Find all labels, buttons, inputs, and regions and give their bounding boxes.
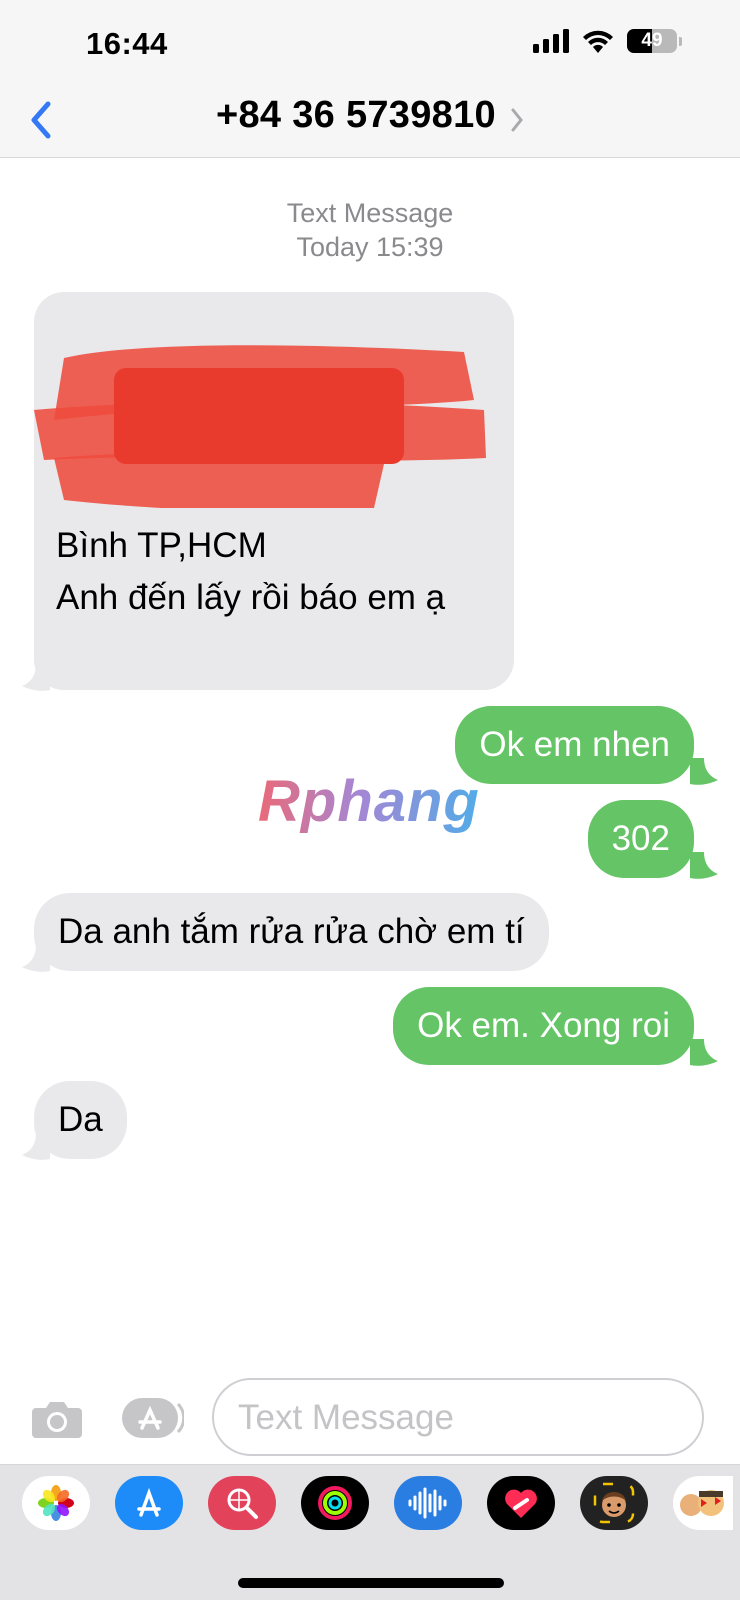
bubble-tail	[690, 1039, 718, 1066]
camera-icon[interactable]	[30, 1396, 84, 1440]
message-text-line: Anh đến lấy rồi báo em ạ	[56, 578, 446, 617]
battery-percent: 49	[641, 30, 663, 51]
image-search-app-icon[interactable]	[208, 1476, 276, 1530]
bubble-tail	[22, 664, 50, 691]
outgoing-message[interactable]: Ok em nhen	[455, 706, 694, 784]
bubble-tail	[690, 758, 718, 785]
activity-app-icon[interactable]	[301, 1476, 369, 1530]
stickers-app-icon[interactable]	[673, 1476, 733, 1530]
incoming-message[interactable]: Bình TP,HCM Anh đến lấy rồi báo em ạ	[34, 292, 514, 690]
outgoing-message[interactable]: 302	[587, 800, 694, 878]
contact-header[interactable]: +84 36 5739810	[0, 94, 740, 137]
incoming-message[interactable]: Da anh tắm rửa rửa chờ em tí	[34, 893, 549, 971]
message-input[interactable]: Text Message	[212, 1378, 704, 1456]
chevron-right-icon[interactable]	[510, 107, 524, 133]
status-indicators: 49	[533, 28, 682, 54]
cellular-signal-icon	[533, 29, 569, 53]
message-text-line: Bình TP,HCM	[56, 526, 267, 565]
navigation-header: 16:44 49 +84 36 5739810	[0, 0, 740, 158]
audio-message-app-icon[interactable]	[394, 1476, 462, 1530]
bubble-tail	[22, 945, 50, 972]
wifi-icon	[583, 30, 613, 53]
bubble-tail	[22, 1133, 50, 1160]
home-indicator[interactable]	[238, 1578, 504, 1588]
app-store-app-icon[interactable]	[115, 1476, 183, 1530]
message-date: Today 15:39	[296, 232, 444, 262]
redaction-scribble	[34, 345, 486, 508]
contact-number[interactable]: +84 36 5739810	[216, 94, 496, 136]
message-input-placeholder: Text Message	[238, 1398, 454, 1437]
bubble-tail	[690, 852, 718, 879]
message-service-label: Text Message	[286, 198, 454, 228]
watermark-logo: Rphang	[258, 769, 480, 834]
photos-app-icon[interactable]	[22, 1476, 90, 1530]
outgoing-message[interactable]: Ok em. Xong roi	[393, 987, 694, 1065]
status-time: 16:44	[86, 26, 168, 61]
battery-icon: 49	[627, 29, 677, 53]
memoji-app-icon[interactable]	[580, 1476, 648, 1530]
digital-touch-app-icon[interactable]	[487, 1476, 555, 1530]
conversation-timestamp: Text Message Today 15:39	[0, 196, 740, 264]
app-store-icon[interactable]	[120, 1396, 184, 1440]
